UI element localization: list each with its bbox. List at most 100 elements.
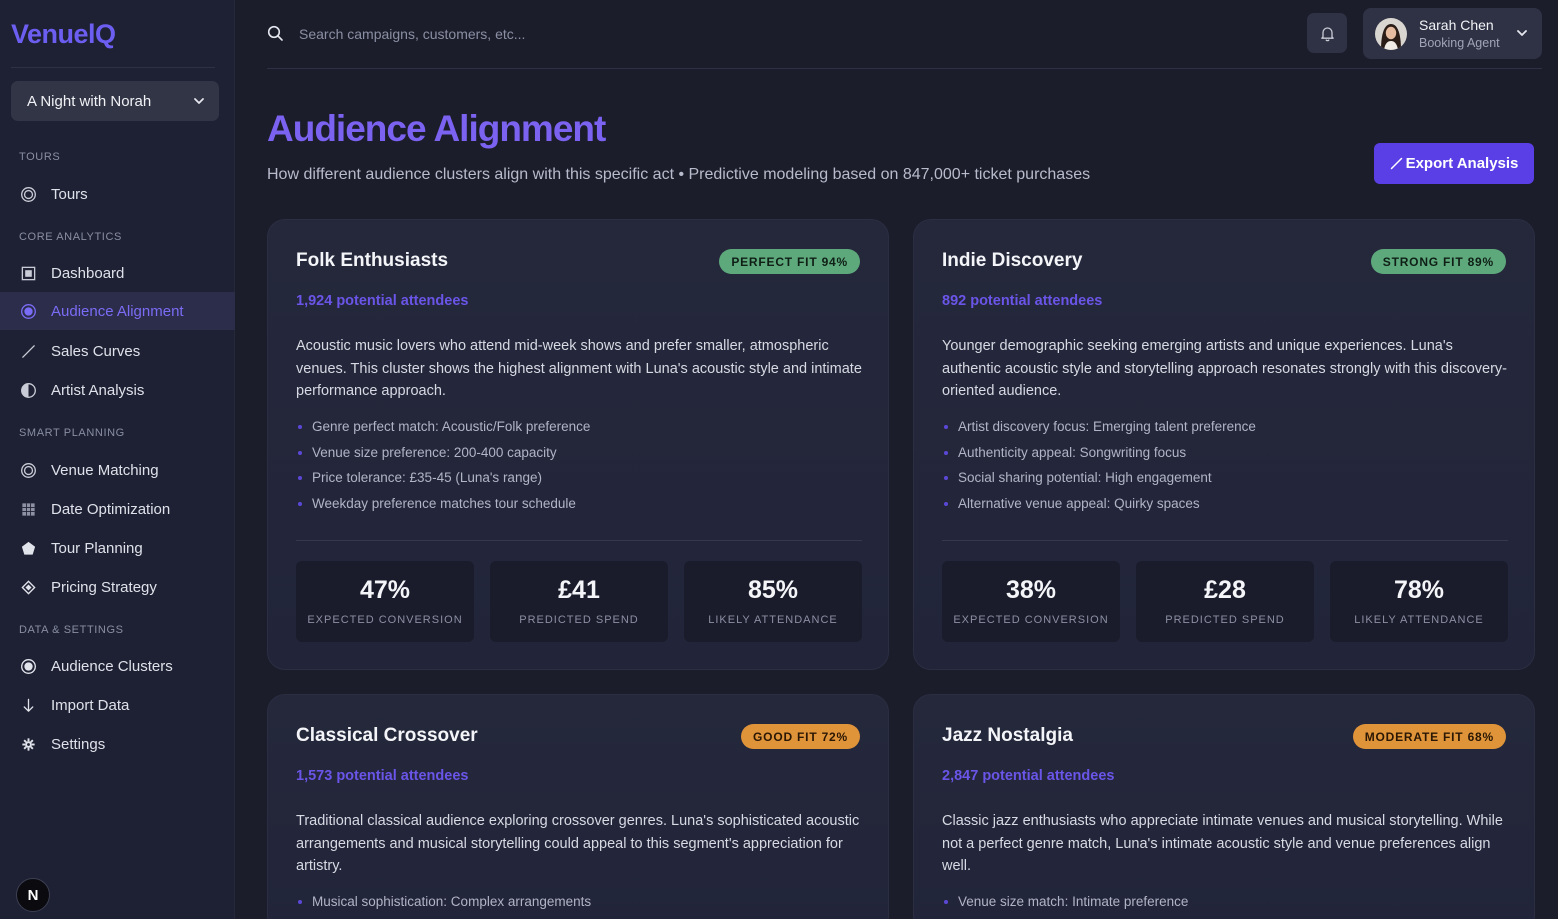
stat-label: EXPECTED CONVERSION [307,614,463,626]
circle-target-icon [19,461,37,479]
stat-label: PREDICTED SPEND [1165,614,1285,626]
list-item: Alternative venue appeal: Quirky spaces [942,494,1256,520]
stat-label: LIKELY ATTENDANCE [1354,614,1484,626]
user-role: Booking Agent [1419,36,1500,50]
cluster-description: Younger demographic seeking emerging art… [942,338,1507,399]
stat-label: LIKELY ATTENDANCE [708,614,838,626]
page-title: Audience Alignment [267,108,606,149]
avatar [1375,17,1407,50]
cluster-traits-list: Venue size match: Intimate preference [942,892,1188,918]
stat-label: EXPECTED CONVERSION [953,614,1109,626]
sidebar-item-label: Sales Curves [51,342,141,360]
fit-badge: STRONG FIT 89% [1370,249,1506,274]
stat-predicted-spend: £41 PREDICTED SPEND [490,561,668,642]
stat-value: 85% [747,576,799,604]
stat-expected-conversion: 47% EXPECTED CONVERSION [296,561,474,642]
gear-icon [19,735,37,753]
sidebar-item-label: Import Data [51,696,130,714]
stat-value: £41 [558,576,600,604]
square-icon [19,264,37,282]
half-circle-icon [19,381,37,399]
cluster-traits-list: Artist discovery focus: Emerging talent … [942,417,1256,520]
list-item: Price tolerance: £35-45 (Luna's range) [296,468,590,494]
potential-attendees: 892 potential attendees [942,293,1103,309]
cluster-description: Traditional classical audience exploring… [296,813,860,874]
stat-likely-attendance: 85% LIKELY ATTENDANCE [684,561,862,642]
cluster-name: Classical Crossover [296,725,478,746]
potential-attendees: 1,924 potential attendees [296,293,469,309]
sidebar-item-label: Tours [51,185,88,203]
sidebar-item-label: Settings [51,735,106,753]
header-divider [267,68,1542,69]
radio-dot-icon [19,302,37,320]
workspace-avatar[interactable]: N [16,878,50,912]
stat-value: £28 [1204,576,1246,604]
pentagon-icon [19,539,37,557]
section-title-tours: TOURS [19,151,61,163]
sidebar-item-label: Tour Planning [51,539,143,557]
sidebar-item-label: Audience Clusters [51,657,173,675]
sidebar-item-audience-clusters[interactable]: Audience Clusters [0,647,235,685]
pencil-line-icon [1390,157,1402,170]
stat-value: 78% [1393,576,1445,604]
tour-select-dropdown[interactable]: A Night with Norah [11,81,219,121]
section-title-core-analytics: CORE ANALYTICS [19,231,122,243]
sidebar-item-tours[interactable]: Tours [0,175,235,213]
sidebar-item-label: Dashboard [51,264,125,282]
chevron-down-icon [194,98,204,104]
cluster-card-folk-enthusiasts[interactable]: Folk Enthusiasts PERFECT FIT 94% 1,924 p… [267,219,889,670]
sidebar-item-label: Date Optimization [51,500,171,518]
cluster-card-jazz-nostalgia[interactable]: Jazz Nostalgia MODERATE FIT 68% 2,847 po… [913,694,1535,919]
sidebar-item-sales-curves[interactable]: Sales Curves [0,332,235,370]
cluster-description: Acoustic music lovers who attend mid-wee… [296,338,862,399]
section-title-data-settings: DATA & SETTINGS [19,624,124,636]
sidebar-item-import-data[interactable]: Import Data [0,686,235,724]
page-subtitle: How different audience clusters align wi… [267,166,1091,183]
fit-badge: GOOD FIT 72% [741,724,860,749]
stat-label: PREDICTED SPEND [519,614,639,626]
slash-line-icon [19,342,37,360]
notifications-button[interactable] [1307,13,1347,53]
app-logo[interactable]: VenuelQ [11,19,116,50]
cluster-name: Indie Discovery [942,250,1083,271]
cluster-card-indie-discovery[interactable]: Indie Discovery STRONG FIT 89% 892 poten… [913,219,1535,670]
sidebar-item-venue-matching[interactable]: Venue Matching [0,451,235,489]
list-item: Artist discovery focus: Emerging talent … [942,417,1256,443]
grid-icon [19,500,37,518]
cluster-card-classical-crossover[interactable]: Classical Crossover GOOD FIT 72% 1,573 p… [267,694,889,919]
sidebar: VenuelQ A Night with Norah TOURS Tours C… [0,0,235,919]
search-icon [267,25,283,41]
radio-dot-icon [19,657,37,675]
cluster-description: Classic jazz enthusiasts who appreciate … [942,813,1503,874]
stat-value: 47% [359,576,411,604]
sidebar-item-label: Audience Alignment [51,302,184,320]
sidebar-item-tour-planning[interactable]: Tour Planning [0,529,235,567]
sidebar-item-audience-alignment[interactable]: Audience Alignment [0,292,235,330]
chevron-down-icon [1517,30,1527,36]
sidebar-item-date-optimization[interactable]: Date Optimization [0,490,235,528]
list-item: Weekday preference matches tour schedule [296,494,590,520]
list-item: Venue size match: Intimate preference [942,892,1188,918]
tour-select-value: A Night with Norah [27,92,152,110]
section-title-smart-planning: SMART PLANNING [19,427,125,439]
cluster-name: Jazz Nostalgia [942,725,1073,746]
cluster-traits-list: Genre perfect match: Acoustic/Folk prefe… [296,417,590,520]
sidebar-item-artist-analysis[interactable]: Artist Analysis [0,371,235,409]
potential-attendees: 1,573 potential attendees [296,768,469,784]
user-menu[interactable]: Sarah Chen Booking Agent [1363,8,1542,59]
search-input[interactable] [299,20,899,48]
stat-value: 38% [1005,576,1057,604]
user-name: Sarah Chen [1419,17,1494,33]
list-item: Authenticity appeal: Songwriting focus [942,443,1256,469]
sidebar-item-dashboard[interactable]: Dashboard [0,254,235,292]
sidebar-item-settings[interactable]: Settings [0,725,235,763]
circle-target-icon [19,185,37,203]
sidebar-item-label: Artist Analysis [51,381,145,399]
export-button-label: Export Analysis [1405,155,1519,172]
export-analysis-button[interactable]: Export Analysis [1374,143,1534,184]
sidebar-item-pricing-strategy[interactable]: Pricing Strategy [0,568,235,606]
divider [11,67,215,68]
diamond-icon [19,578,37,596]
stat-likely-attendance: 78% LIKELY ATTENDANCE [1330,561,1508,642]
divider [942,540,1508,541]
